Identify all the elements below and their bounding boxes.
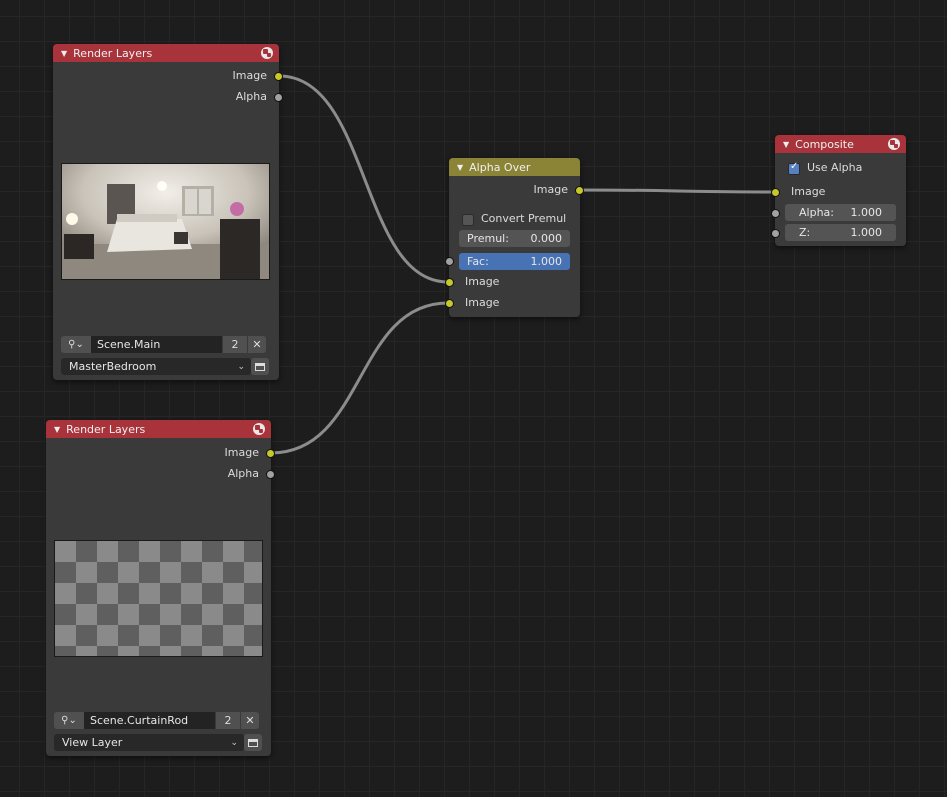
- transparent-checker-preview: [54, 540, 263, 657]
- use-alpha-label: Use Alpha: [807, 161, 863, 174]
- z-value: 1.000: [850, 226, 883, 239]
- node-header[interactable]: ▼ Render Layers: [53, 44, 279, 62]
- use-alpha-checkbox[interactable]: [788, 161, 800, 175]
- premul-value: 0.000: [530, 232, 563, 245]
- output-image-socket[interactable]: [575, 186, 584, 195]
- alpha-input-socket[interactable]: [771, 209, 780, 218]
- composite-node[interactable]: ▼ Composite Use Alpha Image Alpha: 1.000…: [771, 135, 906, 246]
- input-image-socket-2[interactable]: [445, 299, 454, 308]
- premul-field[interactable]: Premul: 0.000: [459, 230, 570, 247]
- chevron-down-icon: ⌄: [230, 737, 238, 748]
- fac-field[interactable]: Fac: 1.000: [459, 253, 570, 270]
- alpha-over-node[interactable]: ▼ Alpha Over Image Convert Premul Premul…: [445, 158, 584, 317]
- view-layer-value: View Layer: [62, 736, 123, 749]
- render-layer-button[interactable]: [251, 358, 269, 375]
- node-title: Render Layers: [66, 422, 146, 436]
- input-image-label-1: Image: [465, 275, 500, 288]
- view-layer-value: MasterBedroom: [69, 360, 157, 373]
- fac-input-socket[interactable]: [445, 257, 454, 266]
- scene-icon[interactable]: ⚲⌄: [54, 712, 84, 729]
- output-alpha-label: Alpha: [227, 467, 259, 480]
- input-image-socket[interactable]: [771, 188, 780, 197]
- output-alpha-socket[interactable]: [274, 93, 283, 102]
- render-layers-node-1[interactable]: ▼ Render Layers Image Alpha ⚲⌄ Scene.Mai…: [53, 44, 283, 380]
- scene-name-field[interactable]: Scene.CurtainRod: [84, 712, 215, 729]
- node-title: Render Layers: [73, 46, 153, 60]
- convert-premul-checkbox[interactable]: [462, 214, 474, 226]
- view-layer-dropdown[interactable]: View Layer ⌄: [54, 734, 244, 751]
- output-image-socket[interactable]: [266, 449, 275, 458]
- convert-premul-label: Convert Premul: [481, 212, 567, 225]
- chevron-down-icon: ⌄: [237, 361, 245, 372]
- output-image-label: Image: [232, 69, 267, 82]
- folder-icon: [248, 738, 258, 747]
- collapse-arrow-icon[interactable]: ▼: [54, 425, 60, 434]
- premul-label: Premul:: [467, 232, 509, 245]
- scene-selector[interactable]: ⚲⌄ Scene.CurtainRod 2 ✕: [54, 712, 259, 729]
- input-image-socket-1[interactable]: [445, 278, 454, 287]
- link-rl2-to-alpha-over[interactable]: [270, 301, 449, 455]
- scene-user-count[interactable]: 2: [216, 712, 240, 729]
- output-alpha-socket[interactable]: [266, 470, 275, 479]
- z-input-socket[interactable]: [771, 229, 780, 238]
- output-image-socket[interactable]: [274, 72, 283, 81]
- collapse-arrow-icon[interactable]: ▼: [61, 49, 67, 58]
- scene-selector[interactable]: ⚲⌄ Scene.Main 2 ✕: [61, 336, 266, 353]
- scene-user-count[interactable]: 2: [223, 336, 247, 353]
- output-image-label: Image: [533, 183, 568, 196]
- collapse-arrow-icon[interactable]: ▼: [783, 140, 789, 149]
- input-image-label: Image: [791, 185, 826, 198]
- fac-value: 1.000: [530, 255, 563, 268]
- unlink-scene-icon[interactable]: ✕: [241, 712, 259, 729]
- output-image-label: Image: [224, 446, 259, 459]
- fac-label: Fac:: [467, 255, 489, 268]
- node-header[interactable]: ▼ Render Layers: [46, 420, 271, 438]
- output-alpha-label: Alpha: [235, 90, 267, 103]
- node-title: Alpha Over: [469, 160, 531, 174]
- collapse-arrow-icon[interactable]: ▼: [457, 163, 463, 172]
- render-layer-button[interactable]: [244, 734, 262, 751]
- alpha-field[interactable]: Alpha: 1.000: [785, 204, 896, 221]
- bedroom-render-preview: [61, 163, 270, 280]
- z-field[interactable]: Z: 1.000: [785, 224, 896, 241]
- folder-icon: [255, 362, 265, 371]
- alpha-value: 1.000: [850, 206, 883, 219]
- link-rl1-to-alpha-over[interactable]: [278, 74, 449, 284]
- link-alpha-over-to-composite[interactable]: [579, 188, 776, 194]
- node-header[interactable]: ▼ Alpha Over: [449, 158, 580, 176]
- node-title: Composite: [795, 137, 854, 151]
- z-label: Z:: [799, 226, 811, 239]
- composite-icon: [888, 138, 900, 150]
- scene-icon[interactable]: ⚲⌄: [61, 336, 91, 353]
- render-layer-icon: [261, 47, 273, 59]
- node-header[interactable]: ▼ Composite: [775, 135, 906, 153]
- unlink-scene-icon[interactable]: ✕: [248, 336, 266, 353]
- scene-name-field[interactable]: Scene.Main: [91, 336, 222, 353]
- alpha-label: Alpha:: [799, 206, 834, 219]
- view-layer-dropdown[interactable]: MasterBedroom ⌄: [61, 358, 251, 375]
- input-image-label-2: Image: [465, 296, 500, 309]
- render-layer-icon: [253, 423, 265, 435]
- render-layers-node-2[interactable]: ▼ Render Layers Image Alpha ⚲⌄ Scene.Cur…: [46, 420, 275, 756]
